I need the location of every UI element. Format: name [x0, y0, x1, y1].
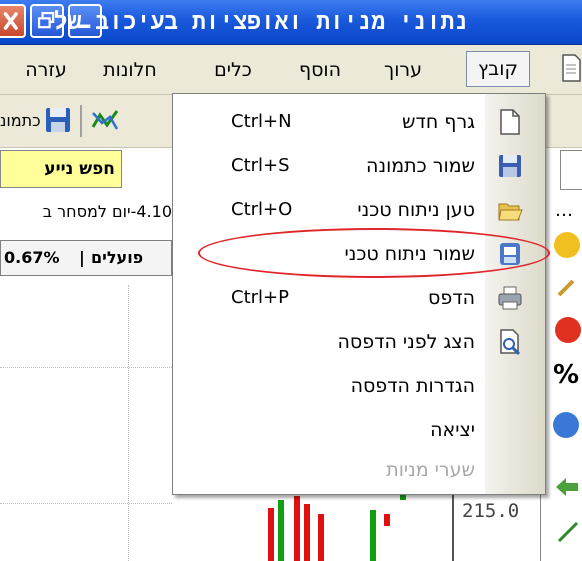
menu-item-new-chart[interactable]: Ctrl+N גרף חדש [173, 100, 485, 144]
menu-insert[interactable]: הוסף [290, 55, 350, 85]
stock-change-percent: 0.67% [4, 248, 60, 267]
chart-toolbar-button[interactable] [90, 105, 120, 135]
toolbar-separator [80, 105, 82, 137]
more-icon[interactable]: … [555, 200, 573, 221]
price-axis-value: 215.0 [462, 500, 520, 522]
line-tool-icon[interactable] [556, 520, 580, 544]
menu-item-label: שערי מניות [386, 459, 475, 481]
menu-item-exit[interactable]: יציאה [173, 408, 485, 452]
menu-item-print-settings[interactable]: הגדרות הדפסה [173, 364, 485, 408]
line-chart-icon [91, 110, 119, 130]
grid-line [128, 285, 129, 561]
warning-icon[interactable] [554, 232, 580, 258]
grid-line [0, 503, 172, 504]
floppy-disk-icon [497, 152, 523, 180]
floppy-disk-icon [46, 108, 70, 132]
shortcut-text: Ctrl+S [231, 155, 290, 176]
candle [370, 510, 376, 561]
candle [318, 514, 324, 561]
menu-item-print[interactable]: Ctrl+P הדפס [173, 276, 485, 320]
print-preview-icon [497, 328, 523, 356]
candle [384, 514, 390, 526]
menu-help[interactable]: עזרה [18, 55, 74, 85]
error-icon[interactable] [555, 317, 581, 343]
stock-separator: | [79, 248, 85, 267]
shortcut-text: Ctrl+P [231, 287, 289, 308]
menu-item-label: הצג לפני הדפסה [337, 331, 475, 353]
stock-name: פועלים [91, 248, 144, 267]
save-toolbar-button[interactable] [44, 105, 72, 135]
menu-item-label: טען ניתוח טכני [357, 199, 475, 221]
menu-item-label: הדפס [428, 287, 475, 309]
stock-quote-row: 0.67% | פועלים [0, 240, 172, 276]
trade-day-text: 4.10-יום למסחר ב [0, 194, 172, 230]
open-folder-icon [497, 196, 523, 224]
menu-edit[interactable]: ערוך [372, 55, 434, 85]
close-button[interactable] [0, 4, 26, 38]
candle [294, 496, 300, 561]
candle [268, 508, 274, 561]
speech-bubble-icon[interactable] [553, 412, 579, 438]
menu-item-label: שמור כתמונה [366, 155, 475, 177]
menu-file[interactable]: קובץ [466, 51, 530, 87]
menu-windows[interactable]: חלונות [92, 55, 168, 85]
menu-item-label: הגדרות הדפסה [350, 375, 475, 397]
printer-icon [497, 284, 523, 312]
pencil-icon[interactable] [556, 276, 578, 298]
shortcut-text: Ctrl+N [231, 111, 292, 132]
grid-line [0, 367, 172, 368]
menu-bar: עזרה חלונות כלים הוסף ערוך קובץ [0, 45, 582, 95]
menu-item-save-image[interactable]: Ctrl+S שמור כתמונה [173, 144, 485, 188]
close-icon [3, 12, 18, 30]
panel-tab-fragment [560, 150, 582, 190]
menu-item-label: יציאה [430, 419, 475, 441]
shortcut-text: Ctrl+O [231, 199, 293, 220]
percent-icon[interactable]: % [553, 360, 579, 390]
menu-tools[interactable]: כלים [206, 55, 260, 85]
menu-item-load-analysis[interactable]: Ctrl+O טען ניתוח טכני [173, 188, 485, 232]
save-image-toolbar-label[interactable]: כתמונ [0, 107, 42, 135]
menu-item-stock-rates: שערי מניות [173, 448, 485, 492]
back-arrow-icon[interactable] [554, 476, 580, 498]
menu-item-save-analysis[interactable]: שמור ניתוח טכני [173, 232, 485, 276]
candle [278, 500, 284, 561]
menu-item-print-preview[interactable]: הצג לפני הדפסה [173, 320, 485, 364]
price-axis-line [452, 494, 454, 561]
search-security-box[interactable]: חפש נייע [0, 150, 122, 188]
save-analysis-icon [497, 240, 523, 268]
menu-item-label: גרף חדש [402, 111, 475, 133]
new-document-icon [497, 108, 523, 136]
menu-item-label: שמור ניתוח טכני [344, 243, 475, 265]
candle [304, 504, 310, 561]
title-bar: נתוני מניות ואופציות בעיכוב של [0, 0, 582, 45]
document-icon [560, 53, 582, 83]
file-menu-dropdown: Ctrl+N גרף חדש Ctrl+S שמור כתמונה Ctrl+O… [172, 93, 546, 495]
window-title: נתוני מניות ואופציות בעיכוב של [53, 9, 468, 35]
